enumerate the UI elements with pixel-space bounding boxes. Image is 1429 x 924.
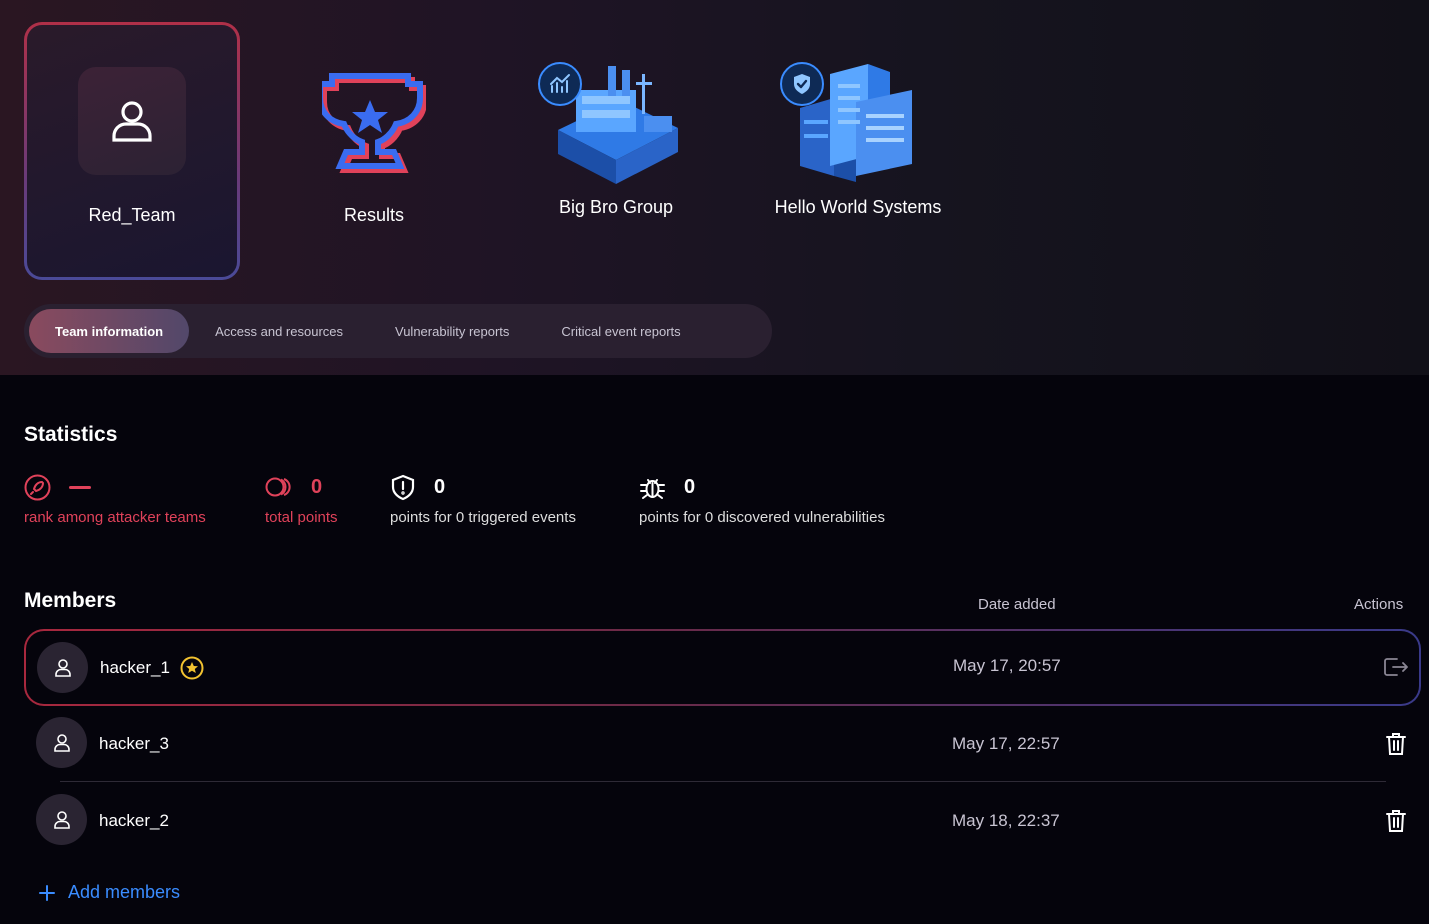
tab-vulnerability-reports[interactable]: Vulnerability reports xyxy=(369,309,535,353)
shield-check-icon xyxy=(780,62,824,106)
remove-member-button[interactable] xyxy=(1383,808,1409,834)
stat-total-points: 0 total points xyxy=(265,474,338,527)
user-icon xyxy=(54,658,71,677)
member-name: hacker_3 xyxy=(99,734,169,753)
member-row: hacker_1 May 17, 20:57 xyxy=(24,629,1421,706)
tab-critical-event-reports[interactable]: Critical event reports xyxy=(535,309,706,353)
stat-vulnerabilities-caption: points for 0 discovered vulnerabilities xyxy=(639,509,885,526)
avatar xyxy=(36,717,87,768)
shield-alert-icon xyxy=(391,474,415,500)
user-icon xyxy=(53,810,70,829)
add-members-label: Add members xyxy=(68,882,181,902)
team-card-hello-world-systems[interactable]: Hello World Systems xyxy=(750,22,966,280)
tab-access-and-resources[interactable]: Access and resources xyxy=(189,309,369,353)
leave-icon xyxy=(1384,658,1408,676)
add-members-button[interactable]: Add members xyxy=(38,882,180,903)
coins-icon xyxy=(265,477,291,497)
team-card-label: Big Bro Group xyxy=(558,197,674,217)
column-header-date-added: Date added xyxy=(978,596,1056,613)
trash-icon xyxy=(1386,733,1406,755)
stat-total-points-value: 0 xyxy=(311,475,323,498)
team-card-label: Red_Team xyxy=(88,205,176,225)
team-card-big-bro-group[interactable]: Big Bro Group xyxy=(508,22,724,280)
member-name: hacker_2 xyxy=(99,811,169,830)
leave-team-button[interactable] xyxy=(1383,654,1409,680)
chart-icon xyxy=(538,62,582,106)
stat-triggered-events: 0 points for 0 triggered events xyxy=(390,474,576,526)
member-name: hacker_1 xyxy=(100,658,170,677)
stat-rank: rank among attacker teams xyxy=(24,474,206,526)
results-card[interactable]: Results xyxy=(266,22,482,280)
stat-vulnerabilities: 0 points for 0 discovered vulnerabilitie… xyxy=(639,474,885,527)
avatar xyxy=(37,642,88,693)
team-card-label: Hello World Systems xyxy=(774,197,942,217)
team-tabs: Team information Access and resources Vu… xyxy=(24,304,772,358)
column-header-actions: Actions xyxy=(1354,596,1404,613)
team-card-red-team[interactable]: Red_Team xyxy=(24,22,240,280)
plus-icon xyxy=(39,884,55,901)
member-row: hacker_2 May 18, 22:37 xyxy=(24,783,1421,860)
user-icon xyxy=(78,67,186,175)
stat-rank-caption: rank among attacker teams xyxy=(24,509,206,526)
member-date-added: May 18, 22:37 xyxy=(952,811,1060,830)
stat-rank-value xyxy=(69,485,91,489)
captain-star-icon xyxy=(180,656,204,680)
bug-icon xyxy=(640,478,665,499)
stat-total-points-caption: total points xyxy=(265,509,338,526)
team-header: Red_Team Results Big Bro Group Hello Wor… xyxy=(0,0,1429,375)
stat-vulnerabilities-value: 0 xyxy=(684,475,696,498)
user-icon xyxy=(53,733,70,752)
members-title: Members xyxy=(24,589,117,612)
statistics-title: Statistics xyxy=(24,423,118,446)
tab-team-information[interactable]: Team information xyxy=(29,309,190,353)
trash-icon xyxy=(1386,810,1406,832)
remove-member-button[interactable] xyxy=(1383,731,1409,757)
member-date-added: May 17, 22:57 xyxy=(952,734,1060,753)
member-row: hacker_3 May 17, 22:57 xyxy=(24,706,1421,783)
rocket-icon xyxy=(24,474,51,500)
member-date-added: May 17, 20:57 xyxy=(953,656,1061,675)
trophy-icon xyxy=(322,73,426,173)
results-card-label: Results xyxy=(343,205,405,225)
divider xyxy=(60,781,1386,782)
avatar xyxy=(36,794,87,845)
stat-triggered-events-value: 0 xyxy=(434,475,446,498)
stat-triggered-events-caption: points for 0 triggered events xyxy=(390,509,576,526)
